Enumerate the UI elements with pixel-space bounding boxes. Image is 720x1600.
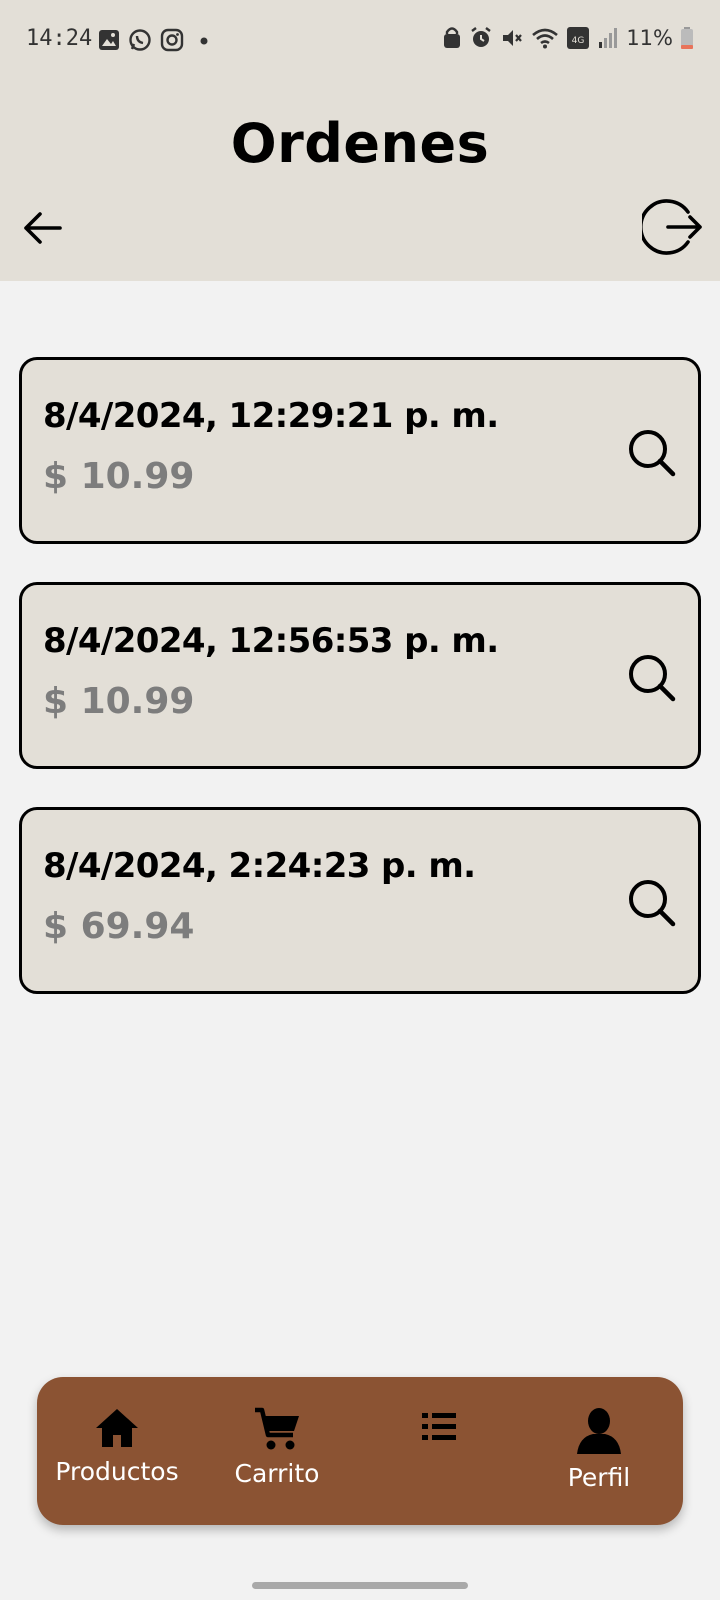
bottom-navigation: Productos Carrito Perfil: [37, 1377, 683, 1525]
order-date: 8/4/2024, 12:56:53 p. m.: [43, 621, 499, 661]
svg-text:4G: 4G: [572, 36, 585, 46]
nav-item-ordenes[interactable]: [359, 1407, 519, 1507]
android-lock-icon: [444, 27, 461, 48]
volte-icon: 4G: [567, 27, 590, 49]
home-icon: [96, 1409, 138, 1447]
search-icon[interactable]: [627, 653, 677, 703]
logout-icon[interactable]: [642, 196, 704, 258]
wifi-icon: [532, 28, 559, 49]
order-total: $ 10.99: [43, 681, 195, 722]
search-icon[interactable]: [627, 878, 677, 928]
alarm-icon: [471, 27, 492, 47]
notification-icons: [98, 28, 212, 52]
battery-percent: 11%: [626, 26, 673, 50]
nav-label-carrito: Carrito: [234, 1459, 320, 1488]
order-total: $ 69.94: [43, 906, 195, 947]
page-title: Ordenes: [230, 112, 490, 175]
order-date: 8/4/2024, 2:24:23 p. m.: [43, 846, 476, 886]
orders-list: 8/4/2024, 12:29:21 p. m. $ 10.99 8/4/202…: [19, 357, 701, 1032]
gallery-icon: [99, 30, 119, 50]
nav-label-productos: Productos: [55, 1457, 179, 1486]
status-bar: 14:24 4G 11%: [0, 0, 720, 80]
search-icon[interactable]: [627, 428, 677, 478]
battery-icon: [681, 27, 693, 49]
order-card[interactable]: 8/4/2024, 12:29:21 p. m. $ 10.99: [19, 357, 701, 544]
instagram-icon: [160, 28, 184, 52]
notification-dot-icon: [200, 37, 208, 45]
nav-label-perfil: Perfil: [567, 1463, 631, 1492]
person-icon: [577, 1408, 621, 1454]
list-icon: [422, 1413, 456, 1440]
order-total: $ 10.99: [43, 456, 195, 497]
nav-item-perfil[interactable]: Perfil: [519, 1407, 679, 1507]
home-indicator[interactable]: [252, 1582, 468, 1589]
back-arrow-icon[interactable]: [20, 206, 64, 250]
signal-icon: [599, 28, 618, 48]
system-icons: 4G 11%: [442, 26, 694, 50]
status-time: 14:24: [26, 26, 93, 51]
nav-item-productos[interactable]: Productos: [37, 1407, 197, 1507]
order-card[interactable]: 8/4/2024, 12:56:53 p. m. $ 10.99: [19, 582, 701, 769]
order-date: 8/4/2024, 12:29:21 p. m.: [43, 396, 499, 436]
order-card[interactable]: 8/4/2024, 2:24:23 p. m. $ 69.94: [19, 807, 701, 994]
whatsapp-icon: [129, 29, 151, 51]
mute-icon: [503, 30, 523, 46]
app-header: 14:24 4G 11% Ordenes: [0, 0, 720, 281]
cart-icon: [255, 1407, 299, 1450]
nav-item-carrito[interactable]: Carrito: [197, 1407, 357, 1507]
